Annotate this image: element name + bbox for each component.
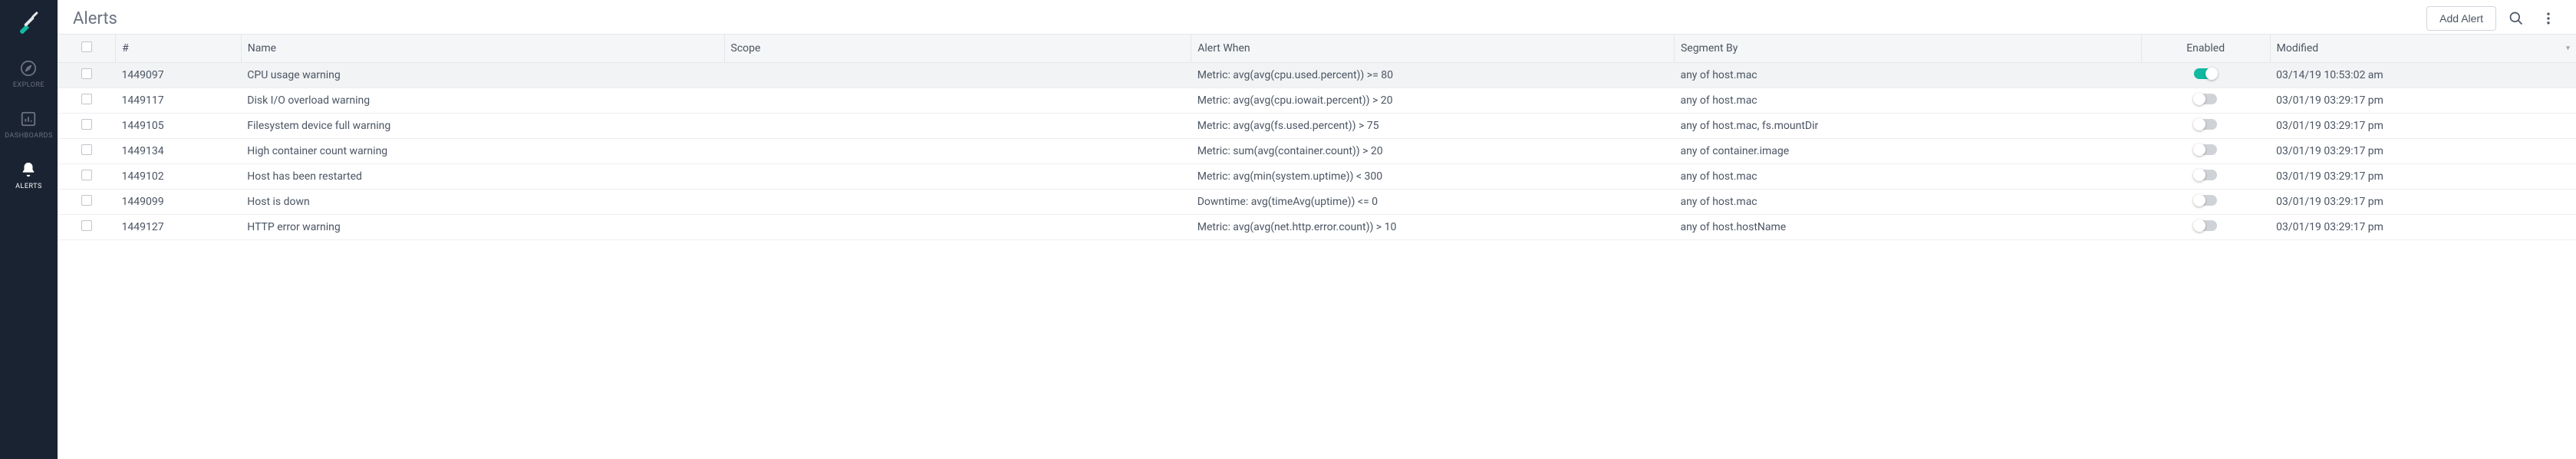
cell-name: Disk I/O overload warning [241,88,724,114]
cell-scope [724,190,1191,215]
select-all-checkbox[interactable] [81,41,92,52]
col-header-name[interactable]: Name [241,35,724,63]
row-checkbox[interactable] [81,144,92,155]
sidebar: EXPLORE DASHBOARDS ALERTS [0,0,58,459]
table-row[interactable]: 1449117Disk I/O overload warning Metric: … [58,88,2576,114]
enabled-toggle[interactable] [2194,170,2217,180]
cell-alert-when: Downtime: avg(timeAvg(uptime)) <= 0 [1191,190,1675,215]
table-row[interactable]: 1449127HTTP error warning Metric: avg(avg… [58,215,2576,240]
enabled-toggle[interactable] [2194,144,2217,155]
cell-segment-by: any of host.hostName [1674,215,2141,240]
bell-icon [20,161,37,178]
cell-name: HTTP error warning [241,215,724,240]
nav-explore-label: EXPLORE [13,81,44,89]
table-row[interactable]: 1449099Host is down Downtime: avg(timeAvg… [58,190,2576,215]
cell-name: High container count warning [241,139,724,164]
bar-chart-icon [20,111,37,127]
enabled-toggle[interactable] [2194,195,2217,206]
table-row[interactable]: 1449134High container count warning Metri… [58,139,2576,164]
cell-alert-when: Metric: avg(avg(fs.used.percent)) > 75 [1191,114,1675,139]
cell-segment-by: any of host.mac [1674,88,2141,114]
cell-alert-when: Metric: avg(avg(cpu.iowait.percent)) > 2… [1191,88,1675,114]
alerts-table-wrap: # Name Scope Alert When Segment By Enabl… [58,35,2576,459]
cell-id: 1449117 [116,88,242,114]
col-header-scope[interactable]: Scope [724,35,1191,63]
table-body: 1449097CPU usage warning Metric: avg(avg(… [58,63,2576,240]
row-checkbox[interactable] [81,119,92,130]
table-head: # Name Scope Alert When Segment By Enabl… [58,35,2576,63]
row-checkbox[interactable] [81,68,92,79]
page-title: Alerts [73,9,2426,28]
cell-id: 1449097 [116,63,242,88]
table-row[interactable]: 1449102Host has been restarted Metric: av… [58,164,2576,190]
cell-modified: 03/01/19 03:29:17 pm [2270,164,2576,190]
row-checkbox[interactable] [81,170,92,180]
row-checkbox[interactable] [81,94,92,104]
cell-modified: 03/01/19 03:29:17 pm [2270,114,2576,139]
cell-name: Host has been restarted [241,164,724,190]
enabled-toggle[interactable] [2194,119,2217,130]
table-row[interactable]: 1449097CPU usage warning Metric: avg(avg(… [58,63,2576,88]
cell-scope [724,88,1191,114]
cell-segment-by: any of container.image [1674,139,2141,164]
cell-alert-when: Metric: avg(min(system.uptime)) < 300 [1191,164,1675,190]
cell-modified: 03/01/19 03:29:17 pm [2270,215,2576,240]
cell-scope [724,63,1191,88]
cell-alert-when: Metric: avg(avg(net.http.error.count)) >… [1191,215,1675,240]
alerts-table: # Name Scope Alert When Segment By Enabl… [58,35,2576,240]
cell-alert-when: Metric: avg(avg(cpu.used.percent)) >= 80 [1191,63,1675,88]
enabled-toggle[interactable] [2194,94,2217,104]
col-header-segment[interactable]: Segment By [1674,35,2141,63]
more-menu-button[interactable] [2536,6,2561,31]
cell-segment-by: any of host.mac [1674,190,2141,215]
row-checkbox[interactable] [81,195,92,206]
cell-scope [724,215,1191,240]
col-header-alertwhen[interactable]: Alert When [1191,35,1675,63]
col-header-enabled[interactable]: Enabled [2141,35,2270,63]
sort-caret-icon: ▾ [2566,45,2570,53]
main-content: Alerts Add Alert # Name Scope Alert When… [58,0,2576,459]
cell-alert-when: Metric: sum(avg(container.count)) > 20 [1191,139,1675,164]
add-alert-button[interactable]: Add Alert [2426,6,2496,31]
nav-alerts[interactable]: ALERTS [15,161,42,190]
search-icon [2508,11,2524,26]
cell-name: Filesystem device full warning [241,114,724,139]
cell-modified: 03/01/19 03:29:17 pm [2270,139,2576,164]
cell-id: 1449105 [116,114,242,139]
cell-name: CPU usage warning [241,63,724,88]
enabled-toggle[interactable] [2194,220,2217,231]
shovel-icon [15,9,43,37]
cell-id: 1449102 [116,164,242,190]
row-checkbox[interactable] [81,220,92,231]
table-row[interactable]: 1449105Filesystem device full warning Met… [58,114,2576,139]
cell-segment-by: any of host.mac, fs.mountDir [1674,114,2141,139]
enabled-toggle[interactable] [2194,68,2217,79]
cell-scope [724,139,1191,164]
cell-scope [724,164,1191,190]
cell-name: Host is down [241,190,724,215]
col-header-modified[interactable]: Modified▾ [2270,35,2576,63]
nav-alerts-label: ALERTS [15,183,42,190]
cell-id: 1449127 [116,215,242,240]
nav-explore[interactable]: EXPLORE [13,60,44,89]
cell-modified: 03/01/19 03:29:17 pm [2270,88,2576,114]
more-vert-icon [2541,11,2556,26]
page-header: Alerts Add Alert [58,0,2576,35]
cell-modified: 03/14/19 10:53:02 am [2270,63,2576,88]
nav-dashboards-label: DASHBOARDS [5,132,53,140]
cell-segment-by: any of host.mac [1674,164,2141,190]
search-button[interactable] [2504,6,2528,31]
cell-id: 1449099 [116,190,242,215]
compass-icon [20,60,37,77]
cell-scope [724,114,1191,139]
nav-dashboards[interactable]: DASHBOARDS [5,111,53,140]
cell-segment-by: any of host.mac [1674,63,2141,88]
cell-id: 1449134 [116,139,242,164]
app-logo [15,9,43,37]
col-header-id[interactable]: # [116,35,242,63]
cell-modified: 03/01/19 03:29:17 pm [2270,190,2576,215]
